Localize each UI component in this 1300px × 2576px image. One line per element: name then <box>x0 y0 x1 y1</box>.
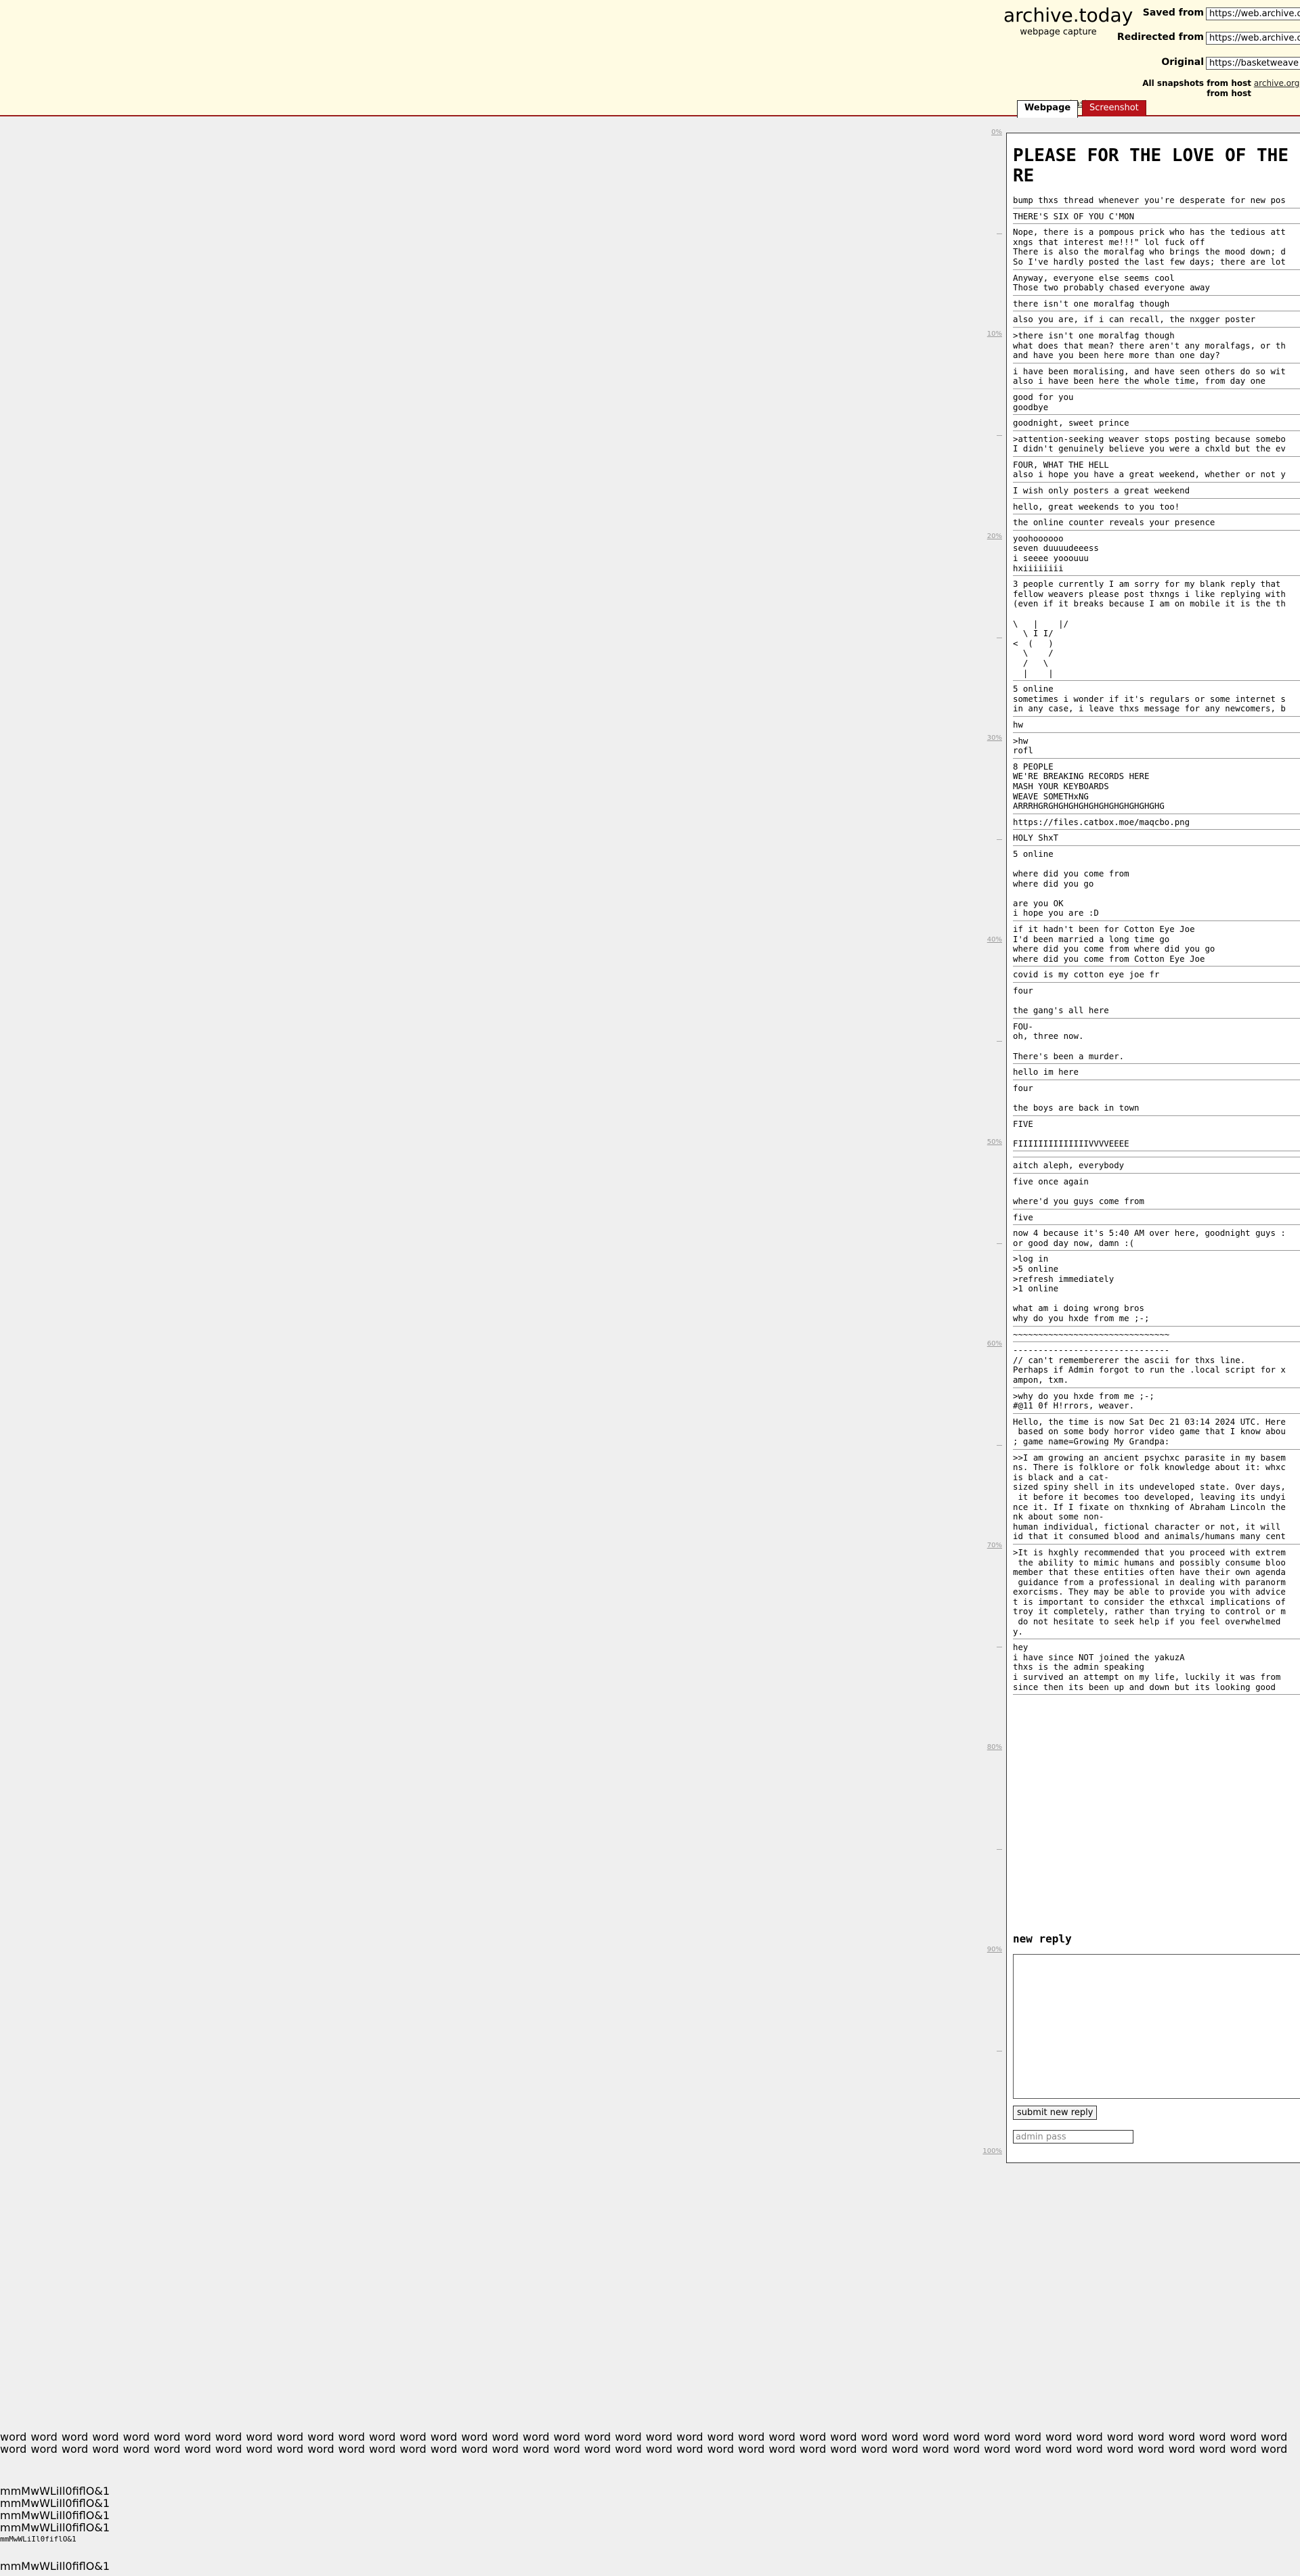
font-test-words: word word word word word word word word … <box>0 2431 1288 2456</box>
thread-post: four the boys are back in town <box>1013 1083 1300 1116</box>
thread-post: also you are, if i can recall, the nxgge… <box>1013 315 1300 328</box>
original-url-field[interactable] <box>1206 57 1300 70</box>
ruler-midmark <box>997 1848 1002 1850</box>
thread-post: hello, great weekends to you too! <box>1013 502 1300 515</box>
ruler-tick[interactable]: 20% <box>987 533 1002 540</box>
tab-screenshot[interactable]: Screenshot <box>1082 100 1146 116</box>
thread-post: FIVE FIIIIIIIIIIIIIIVVVVEEEE <box>1013 1119 1300 1152</box>
thread-post: Hello, the time is now Sat Dec 21 03:14 … <box>1013 1417 1300 1450</box>
thread-post: ------------------------------- // can't… <box>1013 1345 1300 1388</box>
font-sample: mmMwWLiIl0fiflO&1 <box>0 2497 110 2510</box>
thread-post: >why do you hxde from me ;-; #@11 0f H!r… <box>1013 1391 1300 1414</box>
thread-post: >It is hxghly recommended that you proce… <box>1013 1547 1300 1640</box>
thread-post: hello im here <box>1013 1067 1300 1080</box>
ruler-tick[interactable]: 70% <box>987 1542 1002 1549</box>
thread-post: aitch aleph, everybody <box>1013 1161 1300 1174</box>
original-label: Original <box>1161 57 1204 68</box>
thread-post: the online counter reveals your presence <box>1013 518 1300 531</box>
admin-pass-input[interactable] <box>1013 2130 1133 2144</box>
thread-post: ~~~~~~~~~~~~~~~~~~~~~~~~~~~~~~~ <box>1013 1329 1300 1343</box>
ruler-tick[interactable]: 100% <box>982 2148 1002 2155</box>
tab-webpage[interactable]: Webpage <box>1017 100 1079 118</box>
thread-post: HOLY ShxT <box>1013 833 1300 846</box>
ruler-midmark <box>997 1444 1002 1446</box>
thread-post: >hw rofl <box>1013 736 1300 759</box>
thread-post: >log in >5 online >refresh immediately >… <box>1013 1254 1300 1327</box>
thread-post: good for you goodbye <box>1013 392 1300 416</box>
thread-posts: bump thxs thread whenever you're despera… <box>1013 195 1300 1698</box>
thread-post: 3 people currently I am sorry for my bla… <box>1013 579 1300 682</box>
thread-title: PLEASE FOR THE LOVE OF THE RE <box>1013 146 1288 186</box>
thread-post: FOUR, WHAT THE HELL also i hope you have… <box>1013 460 1300 483</box>
ruler-midmark <box>997 1041 1002 1042</box>
thread-post: i have been moralising, and have seen ot… <box>1013 366 1300 389</box>
thread-post: four the gang's all here <box>1013 985 1300 1019</box>
ruler-tick[interactable]: 60% <box>987 1340 1002 1348</box>
submit-reply-button[interactable]: submit new reply <box>1013 2106 1098 2120</box>
thread-post: hey i have since NOT joined the yakuzA t… <box>1013 1642 1300 1695</box>
thread-post <box>1013 1155 1300 1158</box>
thread-post: five once again where'd you guys come fr… <box>1013 1176 1300 1209</box>
thread-post: yoohoooooo seven duuuudeeess i seeee yoo… <box>1013 533 1300 577</box>
thread-post: I wish only posters a great weekend <box>1013 485 1300 499</box>
thread-post: 5 online sometimes i wonder if it's regu… <box>1013 684 1300 717</box>
ruler-midmark <box>997 435 1002 437</box>
thread-post: THERE'S SIX OF YOU C'MON <box>1013 211 1300 225</box>
thread-post: goodnight, sweet prince <box>1013 418 1300 431</box>
font-sample: mmMwWLiIl0fiflO&1 <box>0 2535 77 2544</box>
ruler-tick[interactable]: 10% <box>987 330 1002 338</box>
new-reply-heading: new reply <box>1013 1932 1072 1945</box>
archive-header: archive.today webpage capture Saved from… <box>0 0 1300 118</box>
thread-post: if it hadn't been for Cotton Eye Joe I'd… <box>1013 924 1300 967</box>
ruler-tick[interactable]: 0% <box>991 129 1002 136</box>
all-snapshots-label: All snapshots from host <box>1142 79 1251 88</box>
archived-page-frame: PLEASE FOR THE LOVE OF THE RE bump thxs t… <box>1006 133 1300 2163</box>
ruler-midmark <box>997 839 1002 841</box>
from-host-label: from host <box>1207 89 1251 98</box>
font-sample: mmMwWLiIl0fiflO&1 <box>0 2521 110 2534</box>
thread-post: Nope, there is a pompous prick who has t… <box>1013 227 1300 270</box>
ruler-tick[interactable]: 80% <box>987 1744 1002 1751</box>
ruler-tick[interactable]: 90% <box>987 1946 1002 1953</box>
font-test-samples: mmMwWLiIl0fiflO&1 mmMwWLiIl0fiflO&1 mmMw… <box>0 2485 110 2573</box>
thread-post: FOU- oh, three now. There's been a murde… <box>1013 1021 1300 1065</box>
ruler-tick[interactable]: 40% <box>987 936 1002 943</box>
font-sample: mmMwWLiIl0fiflO&1 <box>0 2560 110 2573</box>
thread-post: Anyway, everyone else seems cool Those t… <box>1013 273 1300 296</box>
snapshot-host-link-1[interactable]: archive.org <box>1254 79 1300 88</box>
thread-post: covid is my cotton eye joe fr <box>1013 970 1300 983</box>
thread-post: there isn't one moralfag though <box>1013 298 1300 312</box>
font-sample: mmMwWLiIl0fiflO&1 <box>0 2509 110 2522</box>
redirected-from-label: Redirected from <box>1117 32 1204 43</box>
page-position-ruler: 0% 10% 20% 30% 40% 50% 60% 70% 80% 90% 100% <box>975 122 1002 2155</box>
ruler-tick[interactable]: 50% <box>987 1138 1002 1146</box>
thread-post: https://files.catbox.moe/maqcbo.png <box>1013 817 1300 830</box>
saved-from-label: Saved from <box>1142 7 1204 18</box>
ruler-tick[interactable]: 30% <box>987 734 1002 742</box>
saved-from-field[interactable] <box>1206 7 1300 20</box>
redirected-from-field[interactable] <box>1206 32 1300 45</box>
thread-post: 5 online where did you come from where d… <box>1013 849 1300 922</box>
thread-post: >attention-seeking weaver stops posting … <box>1013 434 1300 457</box>
ruler-midmark <box>997 1243 1002 1244</box>
thread-post: hw <box>1013 719 1300 733</box>
thread-post: >there isn't one moralfag though what do… <box>1013 330 1300 363</box>
thread-post: bump thxs thread whenever you're despera… <box>1013 195 1300 208</box>
thread-post: >>I am growing an ancient psychxc parasi… <box>1013 1452 1300 1545</box>
thread-post: five <box>1013 1212 1300 1226</box>
thread-post: now 4 because it's 5:40 AM over here, go… <box>1013 1228 1300 1251</box>
thread-post: 8 PEOPLE WE'RE BREAKING RECORDS HERE MAS… <box>1013 761 1300 814</box>
reply-textarea[interactable] <box>1013 1954 1300 2099</box>
font-sample: mmMwWLiIl0fiflO&1 <box>0 2485 110 2497</box>
